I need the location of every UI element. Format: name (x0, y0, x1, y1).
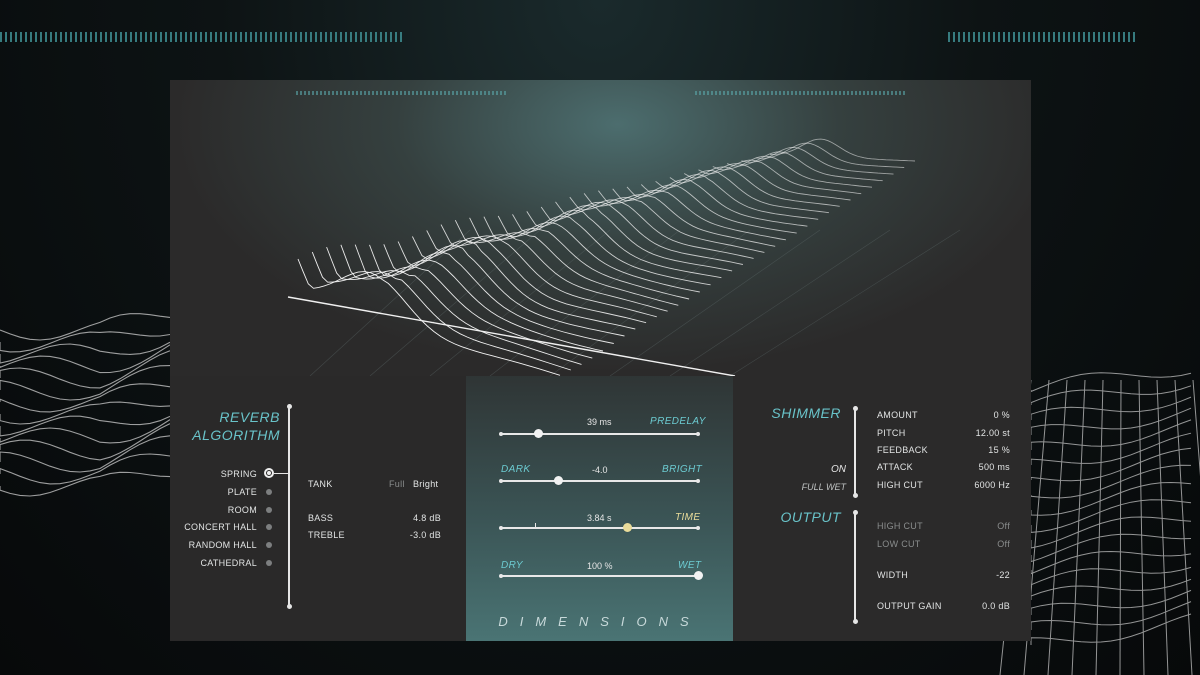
output-divider-bottom-dot (852, 619, 858, 624)
time-slider-start (499, 526, 503, 530)
mix-slider-knob[interactable] (693, 571, 703, 580)
bright-label: BRIGHT (662, 464, 703, 475)
tone-slider-start (499, 479, 503, 483)
time-slider-knob[interactable] (622, 523, 632, 532)
shimmer-divider-bottom-dot (852, 493, 858, 498)
algorithm-spring-radio-icon[interactable] (264, 468, 274, 478)
tone-slider-end (696, 479, 700, 483)
predelay-slider-track[interactable] (501, 433, 698, 435)
left-divider-top-dot (286, 404, 292, 409)
tank-option-full[interactable]: Full (389, 479, 405, 489)
wet-label: WET (678, 560, 702, 571)
output-gain-label: OUTPUT GAIN (877, 601, 942, 611)
tank-label: TANK (308, 479, 333, 489)
time-slider-track[interactable] (501, 527, 698, 529)
algorithm-random-hall-radio-icon[interactable] (266, 542, 272, 548)
time-slider-end (696, 526, 700, 530)
waterfall-plot (287, 138, 961, 376)
output-width-label: WIDTH (877, 570, 908, 580)
mix-slider-start (499, 574, 503, 578)
algorithm-connector (274, 473, 290, 474)
top-right-dash-decoration (948, 32, 1138, 42)
reverb-algorithm-panel: REVERB ALGORITHM SPRING PLATE ROOM CONCE… (170, 376, 466, 641)
time-label: TIME (675, 512, 701, 523)
mix-value: 100 % (587, 561, 613, 571)
shimmer-amount-value[interactable]: 0 % (933, 410, 1010, 420)
shimmer-divider-top-dot (852, 406, 858, 411)
time-value: 3.84 s (587, 513, 612, 523)
output-high-cut-label: HIGH CUT (877, 521, 923, 531)
algorithm-concert-hall[interactable]: CONCERT HALL (170, 522, 257, 532)
shimmer-feedback-label: FEEDBACK (877, 445, 928, 455)
left-divider (288, 406, 290, 608)
shimmer-divider (854, 408, 856, 496)
algorithm-room-radio-icon[interactable] (266, 507, 272, 513)
shimmer-title: SHIMMER (771, 405, 841, 421)
shimmer-on-toggle[interactable]: ON (773, 464, 846, 475)
reverb-algorithm-title: REVERB ALGORITHM (192, 409, 280, 443)
tone-value: -4.0 (592, 465, 608, 475)
time-slider-tick (535, 523, 536, 529)
bass-label: BASS (308, 513, 334, 523)
tank-option-bright[interactable]: Bright (413, 479, 438, 489)
treble-value[interactable]: -3.0 dB (380, 530, 441, 540)
algorithm-room[interactable]: ROOM (170, 505, 257, 515)
tone-slider-knob[interactable] (553, 476, 563, 485)
shimmer-amount-label: AMOUNT (877, 410, 918, 420)
algorithm-spring[interactable]: SPRING (170, 469, 257, 479)
predelay-value: 39 ms (587, 417, 612, 427)
predelay-slider-knob[interactable] (533, 429, 543, 438)
algorithm-cathedral[interactable]: CATHEDRAL (170, 558, 257, 568)
algorithm-plate[interactable]: PLATE (170, 487, 257, 497)
output-low-cut-label: LOW CUT (877, 539, 921, 549)
shimmer-pitch-label: PITCH (877, 428, 906, 438)
shimmer-full-wet-toggle[interactable]: FULL WET (753, 482, 846, 492)
dry-label: DRY (501, 560, 523, 571)
shimmer-attack-value[interactable]: 500 ms (933, 462, 1010, 472)
output-gain-value[interactable]: 0.0 dB (933, 601, 1010, 611)
shimmer-pitch-value[interactable]: 12.00 st (933, 428, 1010, 438)
algorithm-plate-radio-icon[interactable] (266, 489, 272, 495)
main-controls-panel: 39 ms PREDELAY DARK -4.0 BRIGHT 3.84 s T… (466, 376, 733, 641)
predelay-slider-start (499, 432, 503, 436)
output-width-value[interactable]: -22 (933, 570, 1010, 580)
dark-label: DARK (501, 464, 531, 475)
mix-slider-track[interactable] (501, 575, 698, 577)
treble-label: TREBLE (308, 530, 345, 540)
output-divider (854, 512, 856, 622)
reverb-visualizer (170, 80, 1031, 376)
shimmer-high-cut-value[interactable]: 6000 Hz (933, 480, 1010, 490)
algorithm-cathedral-radio-icon[interactable] (266, 560, 272, 566)
output-divider-top-dot (852, 510, 858, 515)
tone-slider-track[interactable] (501, 480, 698, 482)
shimmer-feedback-value[interactable]: 15 % (933, 445, 1010, 455)
left-divider-bottom-dot (286, 604, 292, 609)
shimmer-high-cut-label: HIGH CUT (877, 480, 923, 490)
output-low-cut-value[interactable]: Off (933, 539, 1010, 549)
output-title: OUTPUT (780, 509, 841, 525)
bass-value[interactable]: 4.8 dB (380, 513, 441, 523)
output-high-cut-value[interactable]: Off (933, 521, 1010, 531)
algorithm-random-hall[interactable]: RANDOM HALL (170, 540, 257, 550)
top-left-dash-decoration (0, 32, 405, 42)
shimmer-output-panel: SHIMMER ON FULL WET AMOUNT 0 % PITCH 12.… (733, 376, 1031, 641)
predelay-label: PREDELAY (650, 416, 706, 427)
brand-wordmark: DIMENSIONS (498, 614, 701, 629)
plugin-window: REVERB ALGORITHM SPRING PLATE ROOM CONCE… (170, 80, 1031, 641)
predelay-slider-end (696, 432, 700, 436)
algorithm-concert-hall-radio-icon[interactable] (266, 524, 272, 530)
shimmer-attack-label: ATTACK (877, 462, 913, 472)
